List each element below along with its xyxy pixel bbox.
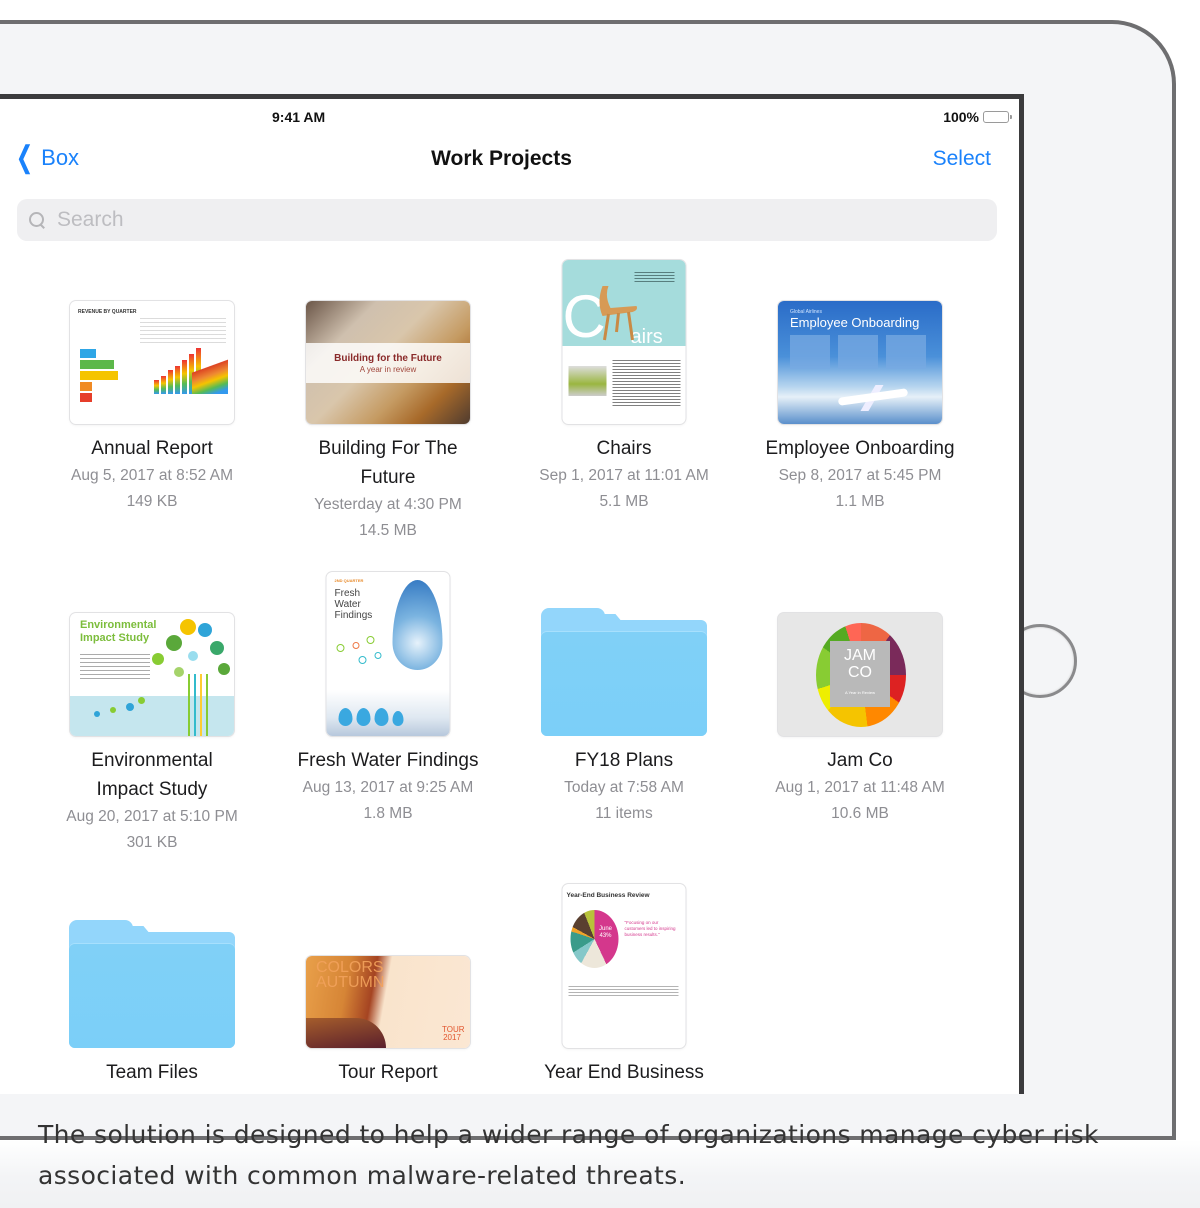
environmental-thumbnail: Environmental Impact Study <box>70 613 234 736</box>
file-size: 301 KB <box>126 834 178 851</box>
file-date: Yesterday at 4:30 PM <box>314 496 462 513</box>
thumbnail-area-chart <box>192 344 228 394</box>
file-item-annual-report[interactable]: REVENUE BY QUARTER Annual Report Aug 5, … <box>34 254 270 515</box>
file-date: Aug 20, 2017 at 5:10 PM <box>66 808 238 825</box>
folder-icon <box>69 920 235 1048</box>
folder-item-count: 11 items <box>595 805 653 822</box>
file-item-jam-co[interactable]: JAM CO A Year in Review Jam Co Aug 1, 20… <box>742 566 978 827</box>
thumbnail-title: Year-End Business Review <box>566 892 650 899</box>
file-size: 1.1 MB <box>835 493 885 510</box>
device-screen: 9:41 AM 100% ❮ Box Work Projects Select … <box>0 94 1024 1094</box>
thumbnail-cover: C airs <box>562 260 686 348</box>
folder-date: Today at 7:58 AM <box>564 779 684 796</box>
file-name: Annual Report <box>91 438 213 459</box>
file-size: 5.1 MB <box>599 493 649 510</box>
file-name: Jam Co <box>827 750 893 771</box>
thumbnail-highlight: June 43% <box>598 926 612 939</box>
thumbnail-title: Environmental Impact Study <box>80 619 157 644</box>
file-size: 1.8 MB <box>363 805 413 822</box>
caption-text: The solution is designed to help a wider… <box>38 1120 1099 1190</box>
file-date: Sep 8, 2017 at 5:45 PM <box>778 467 942 484</box>
file-size: 14.5 MB <box>359 522 417 539</box>
folder-item-team-files[interactable]: Team Files <box>34 878 270 1087</box>
tour-report-thumbnail: COLORS AUTUMN TOUR 2017 <box>306 956 470 1048</box>
file-name: Employee Onboarding <box>765 438 955 459</box>
thumbnail-photo <box>568 366 607 396</box>
jam-co-thumbnail: JAM CO A Year in Review <box>778 613 942 736</box>
file-item-year-end-business[interactable]: Year-End Business Review June 43% "Focus… <box>506 878 742 1087</box>
folder-icon <box>541 608 707 736</box>
file-item-employee-onboarding[interactable]: Global Airlines Employee Onboarding Empl… <box>742 254 978 515</box>
thumbnail-title: Building for the Future <box>334 352 442 364</box>
file-size: 149 KB <box>126 493 178 510</box>
file-date: Aug 5, 2017 at 8:52 AM <box>70 467 233 484</box>
thumbnail-title: JAM CO A Year in Review <box>830 641 890 707</box>
thumbnail-tag: 2ND QUARTER <box>334 578 364 583</box>
water-drop-illustration <box>392 580 443 670</box>
thumbnail-heading <box>634 270 675 284</box>
thumbnail-title: COLORS AUTUMN <box>316 959 385 991</box>
file-item-chairs[interactable]: C airs Chairs Sep 1, 2017 at 11:01 AM 5.… <box>506 254 742 515</box>
file-name: Building For The Future <box>318 438 458 488</box>
employee-onboarding-thumbnail: Global Airlines Employee Onboarding <box>778 301 942 424</box>
fresh-water-thumbnail: 2ND QUARTER Fresh Water Findings <box>326 572 450 736</box>
thumbnail-subtitle: A year in review <box>359 364 417 374</box>
annual-report-thumbnail: REVENUE BY QUARTER <box>70 301 234 424</box>
file-item-building-for-the-future[interactable]: Building for the Future A year in review… <box>270 254 506 544</box>
chairs-thumbnail: C airs <box>562 260 686 424</box>
folder-name: Team Files <box>106 1062 198 1083</box>
thumbnail-bar-chart <box>80 349 120 404</box>
file-name: Tour Report <box>338 1062 438 1083</box>
file-name: Year End Business <box>544 1062 704 1083</box>
file-item-fresh-water-findings[interactable]: 2ND QUARTER Fresh Water Findings Fresh W… <box>270 566 506 827</box>
thumbnail-title: Employee Onboarding <box>790 315 920 330</box>
thumbnail-body-text <box>612 358 681 408</box>
file-size: 10.6 MB <box>831 805 889 822</box>
file-item-tour-report[interactable]: COLORS AUTUMN TOUR 2017 Tour Report <box>270 878 506 1087</box>
file-item-environmental-impact-study[interactable]: Environmental Impact Study Environmental… <box>34 566 270 856</box>
file-name: Fresh Water Findings <box>297 750 479 771</box>
chair-illustration <box>599 286 637 341</box>
building-thumbnail: Building for the Future A year in review <box>306 301 470 424</box>
file-grid: REVENUE BY QUARTER Annual Report Aug 5, … <box>0 99 1010 1094</box>
year-end-thumbnail: Year-End Business Review June 43% "Focus… <box>562 884 686 1048</box>
thumbnail-badge: TOUR 2017 <box>442 1025 465 1042</box>
file-date: Sep 1, 2017 at 11:01 AM <box>539 467 709 484</box>
file-name: Chairs <box>596 438 652 459</box>
file-date: Aug 13, 2017 at 9:25 AM <box>302 779 474 796</box>
thumbnail-quote: "Focusing on our customers led to inspir… <box>624 920 676 937</box>
folder-item-fy18-plans[interactable]: FY18 Plans Today at 7:58 AM 11 items <box>506 566 742 827</box>
thumbnail-table <box>140 315 226 345</box>
file-name: Environmental Impact Study <box>91 750 213 800</box>
file-date: Aug 1, 2017 at 11:48 AM <box>775 779 945 796</box>
thumbnail-banner: Building for the Future A year in review <box>306 343 470 383</box>
folder-name: FY18 Plans <box>574 750 674 771</box>
thumbnail-title: Fresh Water Findings <box>334 588 373 621</box>
